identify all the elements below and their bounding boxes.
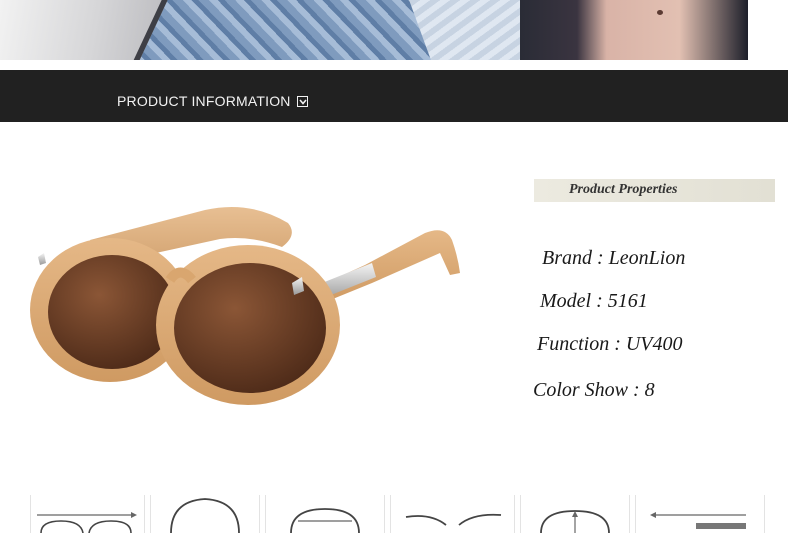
- brand-property: Brand : LeonLion: [542, 247, 686, 269]
- function-property: Function : UV400: [537, 333, 683, 355]
- temple-length-icon: [635, 495, 765, 533]
- lens-width-icon: [30, 495, 145, 534]
- frame-height-icon: [520, 495, 630, 534]
- chevron-down-icon[interactable]: [297, 96, 308, 107]
- section-title: PRODUCT INFORMATION: [117, 93, 291, 109]
- model-property: Model : 5161: [540, 290, 648, 312]
- bridge-icon: [150, 495, 260, 534]
- color-show-property: Color Show : 8: [533, 379, 655, 401]
- properties-banner-label: Product Properties: [569, 182, 678, 197]
- model-photo: [0, 0, 748, 60]
- dimension-diagrams: [30, 495, 770, 534]
- sunglasses-image: [30, 206, 460, 405]
- lens-height-icon: [265, 495, 385, 534]
- nose-bridge-icon: [390, 495, 515, 533]
